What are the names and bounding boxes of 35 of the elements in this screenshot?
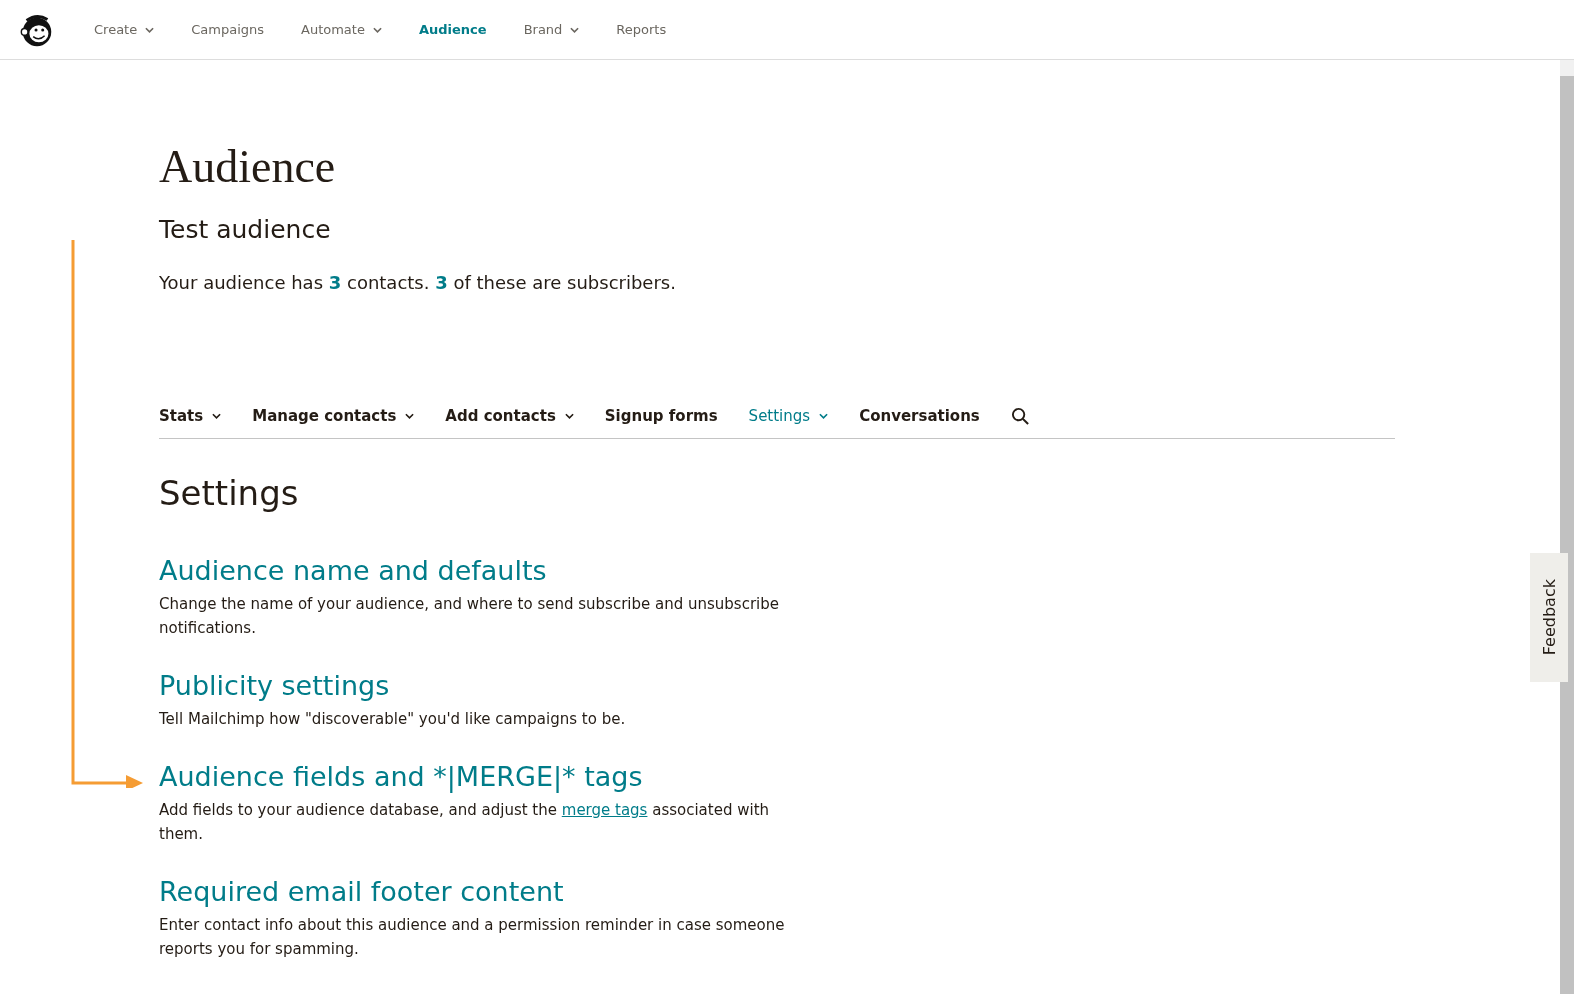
chevron-down-icon bbox=[405, 413, 415, 420]
scrollbar[interactable] bbox=[1560, 60, 1574, 994]
subnav-tab[interactable]: Stats bbox=[159, 407, 222, 426]
chevron-down-icon bbox=[564, 413, 574, 420]
settings-section-link[interactable]: Publicity settings bbox=[159, 669, 390, 701]
section-description: Enter contact info about this audience and a permission reminder in case someone reports you for spamming. bbox=[159, 914, 786, 960]
section-description: Add fields to your audience database, and adjust the merge tags associated with them. bbox=[159, 799, 771, 845]
settings-section-link[interactable]: Audience name and defaults bbox=[159, 554, 547, 586]
chevron-down-icon bbox=[570, 26, 580, 33]
nav-link[interactable]: Brand bbox=[523, 22, 580, 37]
nav-link[interactable]: Reports bbox=[616, 22, 667, 37]
audience-name: Test audience bbox=[159, 214, 332, 244]
nav-link[interactable]: Audience bbox=[418, 22, 487, 37]
subnav-tab[interactable]: Signup forms bbox=[604, 407, 718, 426]
section-description: Tell Mailchimp how "discoverable" you'd like campaigns to be. bbox=[159, 708, 627, 730]
nav-link[interactable]: Campaigns bbox=[191, 22, 264, 37]
subnav-tab[interactable]: Settings bbox=[748, 407, 829, 426]
chevron-down-icon bbox=[819, 413, 829, 420]
chevron-down-icon bbox=[145, 26, 155, 33]
chevron-down-icon bbox=[212, 413, 222, 420]
section-description: Change the name of your audience, and where to send subscribe and unsubscribe notifications. bbox=[159, 593, 780, 639]
merge-tags-link[interactable]: merge tags bbox=[561, 800, 648, 819]
subnav-tab[interactable]: Manage contacts bbox=[252, 407, 415, 426]
feedback-tab[interactable]: Feedback bbox=[1530, 553, 1568, 682]
subnav-tab[interactable]: Conversations bbox=[859, 407, 980, 426]
settings-section-link[interactable]: Required email footer content bbox=[159, 875, 564, 907]
settings-section-link[interactable]: Audience fields and *|MERGE|* tags bbox=[159, 760, 643, 792]
nav-link[interactable]: Create bbox=[94, 22, 155, 37]
chevron-down-icon bbox=[372, 26, 382, 33]
subnav-tab[interactable]: Add contacts bbox=[445, 407, 574, 426]
page-title: Audience bbox=[159, 142, 337, 193]
settings-heading: Settings bbox=[159, 472, 300, 513]
nav-link[interactable]: Automate bbox=[301, 22, 382, 37]
audience-summary: Your audience has 3 contacts. 3 of these are subscribers. bbox=[159, 271, 677, 293]
search-icon[interactable] bbox=[1010, 406, 1030, 426]
